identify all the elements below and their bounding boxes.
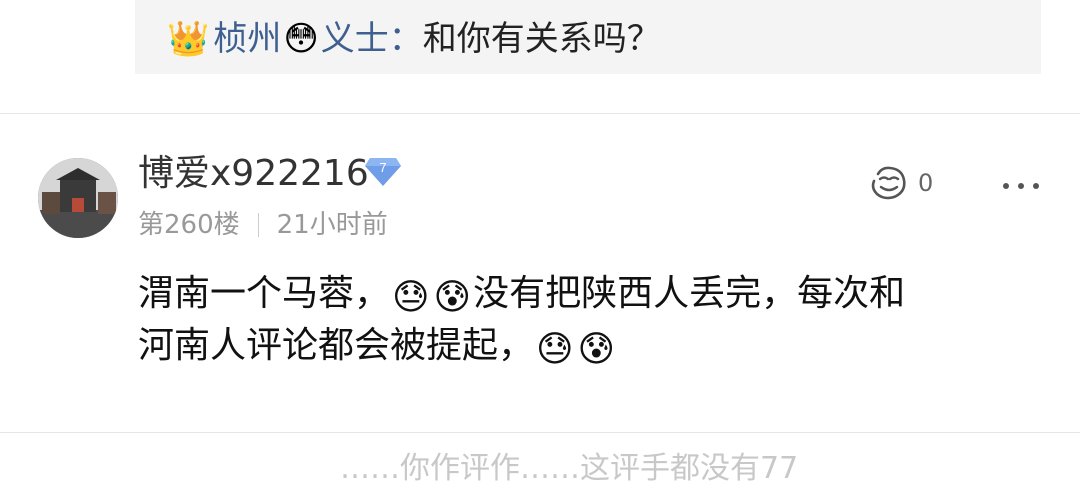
- reply-colon: ：: [388, 19, 423, 59]
- dot: [1018, 183, 1024, 189]
- sweat-face-icon: 😓: [392, 277, 430, 318]
- floor-number: 第260楼: [138, 210, 240, 240]
- comment-text: 渭南一个马蓉，: [138, 273, 391, 314]
- like-icon: [871, 166, 906, 200]
- comment-text: 河南人评论都会被提起，: [138, 325, 535, 366]
- dot: [1003, 183, 1009, 189]
- comment-meta: 第260楼 21小时前: [138, 208, 388, 242]
- comment-line-2: 河南人评论都会被提起，😓 😰: [138, 320, 1038, 372]
- divider: [0, 432, 1080, 433]
- reply-username-part1[interactable]: 桢州: [213, 16, 281, 62]
- reply-quote[interactable]: 👑 桢州 😳 义士 ： 和你有关系吗？: [135, 0, 1041, 74]
- dot: [1033, 183, 1039, 189]
- anxious-face-icon: 😰: [577, 329, 616, 370]
- comment-line-1: 渭南一个马蓉，😓 😰没有把陕西人丢完，每次和: [138, 268, 1038, 320]
- reply-username-part2[interactable]: 义士: [321, 16, 389, 62]
- avatar-image: [38, 158, 118, 238]
- divider: [0, 113, 1080, 114]
- level-badge-icon: 7: [365, 158, 401, 186]
- comment-text: 没有把陕西人丢完，每次和: [473, 273, 906, 314]
- comment-time: 21小时前: [276, 210, 388, 240]
- anxious-face-icon: 😰: [433, 277, 472, 318]
- sweat-face-icon: 😓: [536, 329, 574, 370]
- bottom-hint-text: ……你作评作……这评手都没有77: [340, 451, 799, 486]
- more-options-button[interactable]: [1003, 168, 1039, 204]
- avatar[interactable]: [38, 158, 118, 238]
- flushed-face-icon: 😳: [283, 19, 319, 59]
- crown-icon: 👑: [167, 19, 210, 59]
- like-button[interactable]: 0: [868, 164, 933, 202]
- reply-line: 👑 桢州 😳 义士 ： 和你有关系吗？: [167, 16, 661, 62]
- comment-username[interactable]: 博爱x922216: [138, 152, 369, 196]
- meta-separator: [257, 213, 259, 237]
- comment-body: 渭南一个马蓉，😓 😰没有把陕西人丢完，每次和 河南人评论都会被提起，😓 😰: [138, 268, 1038, 372]
- reply-text: 和你有关系吗？: [422, 19, 661, 59]
- like-count: 0: [918, 169, 934, 197]
- level-badge-text: 7: [379, 160, 386, 175]
